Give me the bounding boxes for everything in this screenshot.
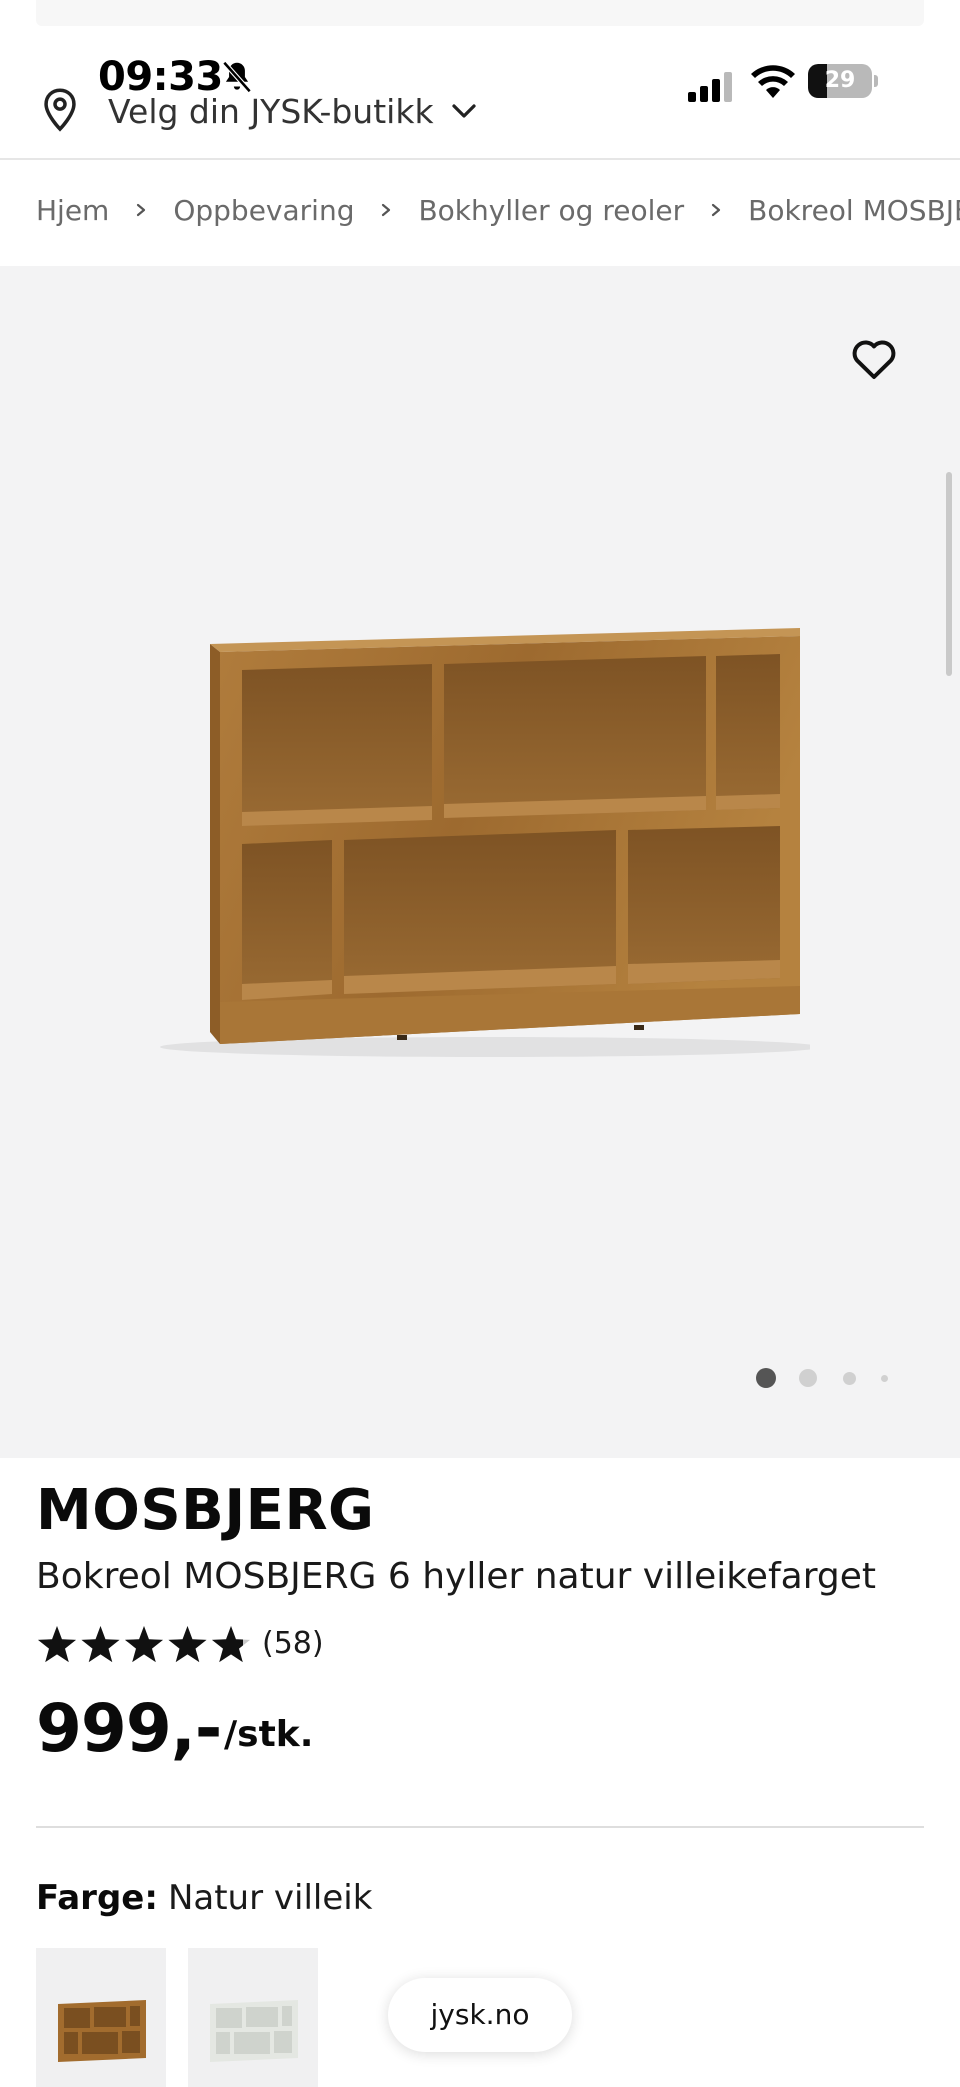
star-filled-icon <box>168 1626 207 1663</box>
gallery-pagination <box>750 1366 900 1396</box>
color-value: Natur villeik <box>167 1878 373 1918</box>
page-scrollbar[interactable] <box>946 472 952 676</box>
pagination-dot[interactable] <box>880 1374 888 1382</box>
product-image <box>160 628 810 1057</box>
pagination-dot[interactable] <box>799 1369 817 1387</box>
chevron-right-icon <box>382 203 391 217</box>
top-strip <box>36 0 924 26</box>
shelf-thumbnail-wood <box>58 2000 146 2062</box>
star-filled-icon <box>81 1626 120 1663</box>
breadcrumb-item-bookshelves[interactable]: Bokhyller og reoler <box>418 194 684 227</box>
color-selection: Farge: Natur villeik <box>36 1878 372 1918</box>
shelf-thumbnail-white <box>210 2000 298 2062</box>
favorite-heart-icon[interactable] <box>850 336 898 380</box>
color-swatch-natur-villeik[interactable] <box>36 1948 166 2087</box>
chevron-down-icon <box>452 104 476 118</box>
chevron-right-icon <box>137 203 146 217</box>
review-count[interactable]: (58) <box>262 1626 324 1661</box>
breadcrumb-item-current[interactable]: Bokreol MOSBJER <box>748 194 960 227</box>
product-brand: MOSBJERG <box>36 1478 375 1543</box>
breadcrumb-item-home[interactable]: Hjem <box>36 194 109 227</box>
rating-stars <box>37 1626 251 1663</box>
star-filled-icon <box>124 1626 164 1663</box>
store-selector[interactable]: Velg din JYSK-butikk <box>0 80 960 158</box>
product-title: Bokreol MOSBJERG 6 hyller natur villeike… <box>36 1556 876 1597</box>
price-unit: /stk. <box>224 1714 314 1755</box>
star-filled-icon <box>37 1626 77 1663</box>
location-pin-icon <box>44 88 76 132</box>
breadcrumb: Hjem Oppbevaring Bokhyller og reoler Bokreo… <box>0 160 960 266</box>
section-divider <box>36 1826 924 1828</box>
store-selector-label: Velg din JYSK-butikk <box>108 92 434 131</box>
breadcrumb-list: Hjem Oppbevaring Bokhyller og reoler Bokreo… <box>36 192 960 227</box>
breadcrumb-item-storage[interactable]: Oppbevaring <box>173 194 354 227</box>
product-price: 999,- <box>36 1690 222 1767</box>
pagination-dot[interactable] <box>842 1371 856 1385</box>
color-swatch-white[interactable] <box>188 1948 318 2087</box>
product-image-gallery[interactable] <box>0 266 960 1458</box>
pagination-dot[interactable] <box>756 1368 776 1388</box>
chevron-right-icon <box>712 203 721 217</box>
color-label: Farge: <box>36 1878 158 1918</box>
url-pill[interactable]: jysk.no <box>388 1978 572 2052</box>
